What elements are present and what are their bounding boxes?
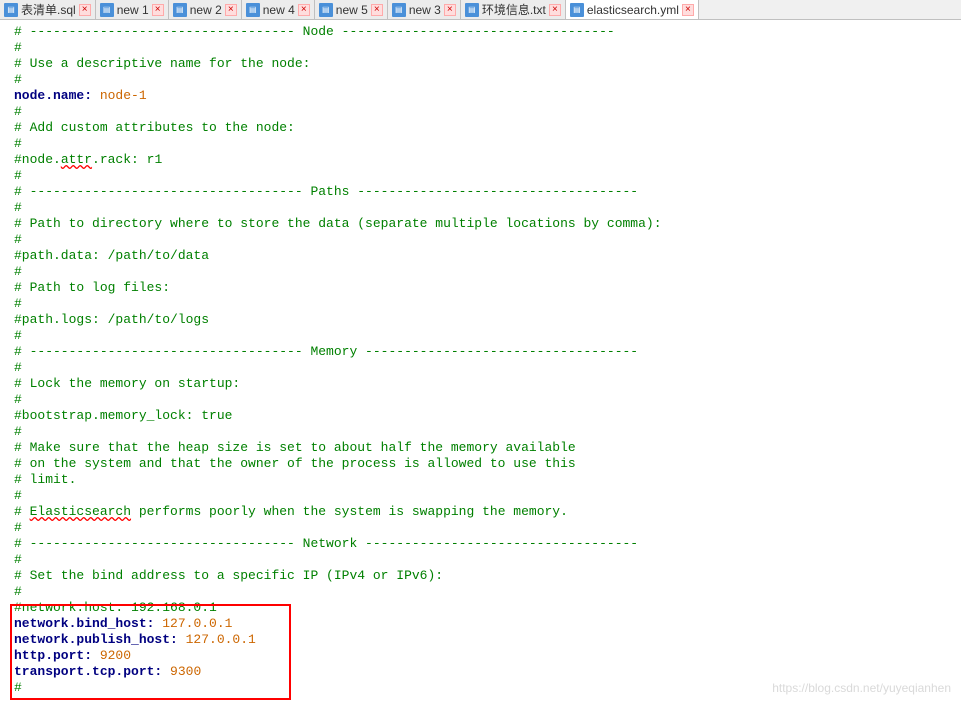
close-icon[interactable]: × bbox=[79, 4, 91, 16]
code-editor[interactable]: # ---------------------------------- Nod… bbox=[0, 20, 961, 696]
tab-new3[interactable]: ▤ new 3 × bbox=[388, 0, 461, 19]
code-line: #node. bbox=[14, 152, 61, 167]
code-line: #network.host: 192.168.0.1 bbox=[14, 600, 217, 615]
code-line: # bbox=[14, 584, 22, 599]
close-icon[interactable]: × bbox=[682, 4, 694, 16]
yaml-key: network.bind_host: bbox=[14, 616, 154, 631]
tab-new1[interactable]: ▤ new 1 × bbox=[96, 0, 169, 19]
close-icon[interactable]: × bbox=[371, 4, 383, 16]
file-icon: ▤ bbox=[173, 3, 187, 17]
tab-label: elasticsearch.yml bbox=[587, 3, 679, 17]
code-line: # bbox=[14, 232, 22, 247]
spell-error: Elasticsearch bbox=[30, 504, 131, 519]
file-icon: ▤ bbox=[570, 3, 584, 17]
tab-label: new 2 bbox=[190, 3, 222, 17]
yaml-value: 127.0.0.1 bbox=[154, 616, 232, 631]
code-line: # bbox=[14, 328, 22, 343]
tab-bar: ▤ 表清单.sql × ▤ new 1 × ▤ new 2 × ▤ new 4 … bbox=[0, 0, 961, 20]
code-line: # limit. bbox=[14, 472, 76, 487]
code-line: # bbox=[14, 168, 22, 183]
yaml-value: 9200 bbox=[92, 648, 131, 663]
close-icon[interactable]: × bbox=[225, 4, 237, 16]
code-line: # Use a descriptive name for the node: bbox=[14, 56, 310, 71]
code-line: performs poorly when the system is swapp… bbox=[131, 504, 568, 519]
close-icon[interactable]: × bbox=[298, 4, 310, 16]
tab-new2[interactable]: ▤ new 2 × bbox=[169, 0, 242, 19]
tab-env[interactable]: ▤ 环境信息.txt × bbox=[461, 0, 566, 19]
code-line: #path.data: /path/to/data bbox=[14, 248, 209, 263]
close-icon[interactable]: × bbox=[152, 4, 164, 16]
file-icon: ▤ bbox=[319, 3, 333, 17]
code-line: # Make sure that the heap size is set to… bbox=[14, 440, 576, 455]
code-line: #bootstrap.memory_lock: true bbox=[14, 408, 232, 423]
file-icon: ▤ bbox=[4, 3, 18, 17]
code-line: # bbox=[14, 296, 22, 311]
code-line: # bbox=[14, 504, 30, 519]
tab-elasticsearch[interactable]: ▤ elasticsearch.yml × bbox=[566, 0, 699, 19]
code-line: # ---------------------------------- Nod… bbox=[14, 24, 615, 39]
spell-error: attr bbox=[61, 152, 92, 167]
code-line: # bbox=[14, 680, 22, 695]
code-line: # bbox=[14, 104, 22, 119]
code-line: # bbox=[14, 360, 22, 375]
file-icon: ▤ bbox=[465, 3, 479, 17]
tab-label: new 4 bbox=[263, 3, 295, 17]
code-line: # bbox=[14, 488, 22, 503]
tab-new5[interactable]: ▤ new 5 × bbox=[315, 0, 388, 19]
code-line: .rack: r1 bbox=[92, 152, 162, 167]
yaml-key: network.publish_host: bbox=[14, 632, 178, 647]
file-icon: ▤ bbox=[392, 3, 406, 17]
yaml-key: node.name: bbox=[14, 88, 92, 103]
code-line: # bbox=[14, 72, 22, 87]
yaml-value: 127.0.0.1 bbox=[178, 632, 256, 647]
tab-label: 环境信息.txt bbox=[482, 1, 546, 18]
code-line: # bbox=[14, 264, 22, 279]
close-icon[interactable]: × bbox=[549, 4, 561, 16]
code-line: # bbox=[14, 392, 22, 407]
tab-label: new 5 bbox=[336, 3, 368, 17]
code-line: # Set the bind address to a specific IP … bbox=[14, 568, 443, 583]
yaml-value: node-1 bbox=[92, 88, 147, 103]
close-icon[interactable]: × bbox=[444, 4, 456, 16]
tab-label: new 3 bbox=[409, 3, 441, 17]
code-line: # Add custom attributes to the node: bbox=[14, 120, 295, 135]
tab-sql[interactable]: ▤ 表清单.sql × bbox=[0, 0, 96, 19]
code-line: # bbox=[14, 136, 22, 151]
code-line: #path.logs: /path/to/logs bbox=[14, 312, 209, 327]
code-line: # bbox=[14, 200, 22, 215]
code-line: # Path to directory where to store the d… bbox=[14, 216, 662, 231]
file-icon: ▤ bbox=[100, 3, 114, 17]
tab-label: 表清单.sql bbox=[21, 1, 76, 18]
tab-label: new 1 bbox=[117, 3, 149, 17]
code-line: # bbox=[14, 424, 22, 439]
code-line: # ----------------------------------- Me… bbox=[14, 344, 638, 359]
code-line: # bbox=[14, 520, 22, 535]
code-line: # on the system and that the owner of th… bbox=[14, 456, 576, 471]
code-line: # Lock the memory on startup: bbox=[14, 376, 240, 391]
code-line: # ----------------------------------- Pa… bbox=[14, 184, 638, 199]
code-line: # Path to log files: bbox=[14, 280, 170, 295]
yaml-key: http.port: bbox=[14, 648, 92, 663]
yaml-key: transport.tcp.port: bbox=[14, 664, 162, 679]
yaml-value: 9300 bbox=[162, 664, 201, 679]
tab-new4[interactable]: ▤ new 4 × bbox=[242, 0, 315, 19]
code-line: # ---------------------------------- Net… bbox=[14, 536, 638, 551]
code-line: # bbox=[14, 40, 22, 55]
file-icon: ▤ bbox=[246, 3, 260, 17]
code-line: # bbox=[14, 552, 22, 567]
